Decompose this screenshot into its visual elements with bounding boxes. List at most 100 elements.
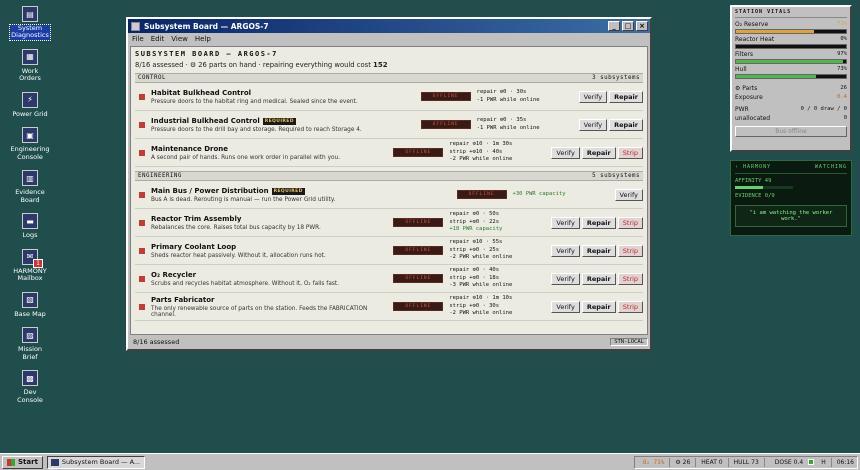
vitals-meter-row: O₂ Reserve 71% (735, 21, 847, 28)
window-statusbar: 8/16 assessed STN-LOCAL (130, 336, 648, 348)
strip-button[interactable]: Strip (617, 272, 643, 285)
cost-line: -3 PWR while online (449, 282, 513, 289)
verify-button[interactable]: Verify (551, 216, 580, 229)
strip-button[interactable]: Strip (617, 146, 643, 159)
board-summary: 8/16 assessed · ⚙ 26 parts on hand · rep… (135, 61, 388, 69)
desktop-icon-label: HARMONY Mailbox (13, 266, 47, 283)
pwr-value: 0 / 0 draw / 0 (800, 106, 847, 112)
harmony-affinity: AFFINITY 49 (735, 178, 772, 184)
subsystem-row: Main Bus / Power Distribution REQUIRED Bus… (135, 181, 643, 209)
tray-clock: 06:16 (836, 458, 854, 466)
subsystem-cost: repair ⚙0 · 50s strip +⚙0 · 22s +18 PWR ca… (449, 211, 549, 235)
desktop-icon-1[interactable]: ▦ Work Orders (4, 48, 56, 83)
desktop-icon-3[interactable]: ▣ Engineering Console (4, 127, 56, 161)
subsystem-description: Sheds reactor heat passively. Without it… (151, 252, 326, 259)
subsystem-row: Reactor Trim Assembly Rebalances the core… (135, 209, 643, 237)
subsystem-row: Habitat Bulkhead Control Pressure doors t… (135, 83, 643, 111)
strip-button[interactable]: Strip (617, 244, 643, 257)
strip-button[interactable]: Strip (617, 300, 643, 313)
subsystem-name-text: O₂ Recycler (151, 270, 197, 279)
repair-button[interactable]: Repair (609, 90, 643, 103)
bus-offline-button[interactable]: Bus offline (735, 126, 847, 137)
vitals-meter-bar (735, 59, 847, 64)
repair-button[interactable]: Repair (581, 300, 616, 313)
offline-status-badge: OFFLINE (420, 92, 471, 101)
maximize-button[interactable]: □ (622, 21, 634, 31)
repair-button[interactable]: Repair (581, 216, 616, 229)
vitals-pwr: PWR 0 / 0 draw / 0 (735, 106, 847, 113)
subsystem-cost: +30 PWR capacity (513, 191, 613, 199)
verify-button[interactable]: Verify (551, 146, 580, 159)
subsystem-name-text: Main Bus / Power Distribution (151, 186, 269, 195)
desktop-icon-7[interactable]: ▧ Base Map (4, 291, 56, 318)
subsystem-info: Reactor Trim Assembly Rebalances the core… (151, 215, 393, 231)
window-titlebar[interactable]: Subsystem Board — ARGOS-7 _ □ × (128, 19, 650, 33)
vitals-meter: Filters 97% (735, 51, 847, 64)
verify-button[interactable]: Verify (578, 90, 608, 103)
assessed-count: 8/16 assessed (135, 61, 184, 69)
parts-on-hand: ⚙ 26 parts on hand (189, 61, 257, 69)
status-indicator-icon (139, 275, 145, 282)
verify-button[interactable]: Verify (578, 118, 608, 131)
vitals-meter-bar (735, 74, 847, 79)
cost-line: strip +⚙0 · 22s (449, 218, 500, 225)
repair-all-text: repairing everything would cost (262, 61, 371, 69)
subsystem-info: Industrial Bulkhead Control REQUIRED Press… (151, 117, 421, 133)
verify-button[interactable]: Verify (551, 244, 580, 257)
minimize-button[interactable]: _ (608, 21, 620, 31)
system-tray: O₂ 71% ⚙ 26 HEAT 0 HULL 73 DOSE 0.4 H 06… (633, 455, 858, 469)
desktop-icon-0[interactable]: ▤ System Diagnostics (4, 6, 56, 41)
close-button[interactable]: × (636, 21, 648, 31)
desktop-icon-glyph: ▥ (22, 170, 38, 187)
required-badge: REQUIRED (271, 187, 305, 195)
menu-item-file[interactable]: File (132, 35, 144, 43)
desktop-icon-glyph: ▨ (22, 327, 38, 344)
subsystem-cost: repair ⚙0 · 30s -1 PWR while online (477, 89, 577, 105)
repair-button[interactable]: Repair (581, 146, 616, 159)
vitals-meter-row: Filters 97% (735, 51, 847, 58)
verify-button[interactable]: Verify (614, 188, 643, 201)
repair-button[interactable]: Repair (581, 272, 616, 285)
tray-dose-value: DOSE 0.4 (774, 458, 804, 466)
desktop-icon-2[interactable]: ⚡ Power Grid (4, 91, 56, 118)
verify-button[interactable]: Verify (551, 300, 580, 313)
taskbar-item-subsystem-board[interactable]: Subsystem Board — A... (46, 455, 145, 469)
window-app-icon (131, 21, 140, 31)
cost-line: strip +⚙0 · 25s (449, 246, 500, 253)
menu-item-view[interactable]: View (171, 35, 188, 43)
desktop-icon-4[interactable]: ▥ Evidence Board (4, 170, 56, 204)
subsystem-name: Parts Fabricator (151, 296, 393, 304)
taskbar-item-label: Subsystem Board — A... (61, 458, 141, 466)
desktop-icon-label: Base Map (14, 309, 46, 318)
start-logo-icon (7, 458, 15, 466)
desktop-icon-5[interactable]: ▬ Logs (4, 213, 56, 239)
desktop-icon-6[interactable]: ✉ 1 HARMONY Mailbox (4, 248, 56, 283)
desktop-icon-9[interactable]: ▩ Dev Console (4, 370, 56, 404)
window-title: Subsystem Board — ARGOS-7 (144, 21, 269, 31)
tray-harmony[interactable]: H (808, 459, 826, 466)
board-title: SUBSYSTEM BOARD — ARGOS-7 (135, 50, 278, 58)
desktop-icon-8[interactable]: ▨ Mission Brief (4, 327, 56, 361)
status-indicator-icon (139, 219, 145, 226)
vitals-exposure: Exposure 0.4 (735, 94, 847, 101)
tray-o2: O₂ 71% (642, 458, 665, 466)
subsystem-cost: repair ⚙0 · 35s -1 PWR while online (477, 117, 577, 133)
subsystem-cost: repair ⚙10 · 1m 30s strip +⚙10 · 40s -2 PW… (449, 141, 549, 165)
harmony-message: "i am watching the worker work." (735, 205, 847, 227)
desktop-icon-glyph: ▣ (22, 127, 38, 144)
subsystem-description: Scrubs and recycles habitat atmosphere. … (151, 280, 340, 287)
cost-line: strip +⚙0 · 30s (449, 302, 500, 309)
verify-button[interactable]: Verify (551, 272, 580, 285)
menu-item-edit[interactable]: Edit (151, 35, 165, 43)
strip-button[interactable]: Strip (617, 216, 643, 229)
repair-button[interactable]: Repair (581, 244, 616, 257)
menu-item-help[interactable]: Help (195, 35, 211, 43)
status-indicator-icon (139, 93, 145, 100)
section-name: ENGINEERING (138, 173, 182, 179)
repair-button[interactable]: Repair (609, 118, 643, 131)
required-badge: REQUIRED (262, 117, 296, 125)
start-button[interactable]: Start (2, 455, 43, 469)
vitals-parts: ⚙ Parts 26 (735, 85, 847, 92)
section-count: 5 subsystems (592, 173, 640, 179)
subsystem-info: Main Bus / Power Distribution REQUIRED Bus… (151, 187, 457, 203)
